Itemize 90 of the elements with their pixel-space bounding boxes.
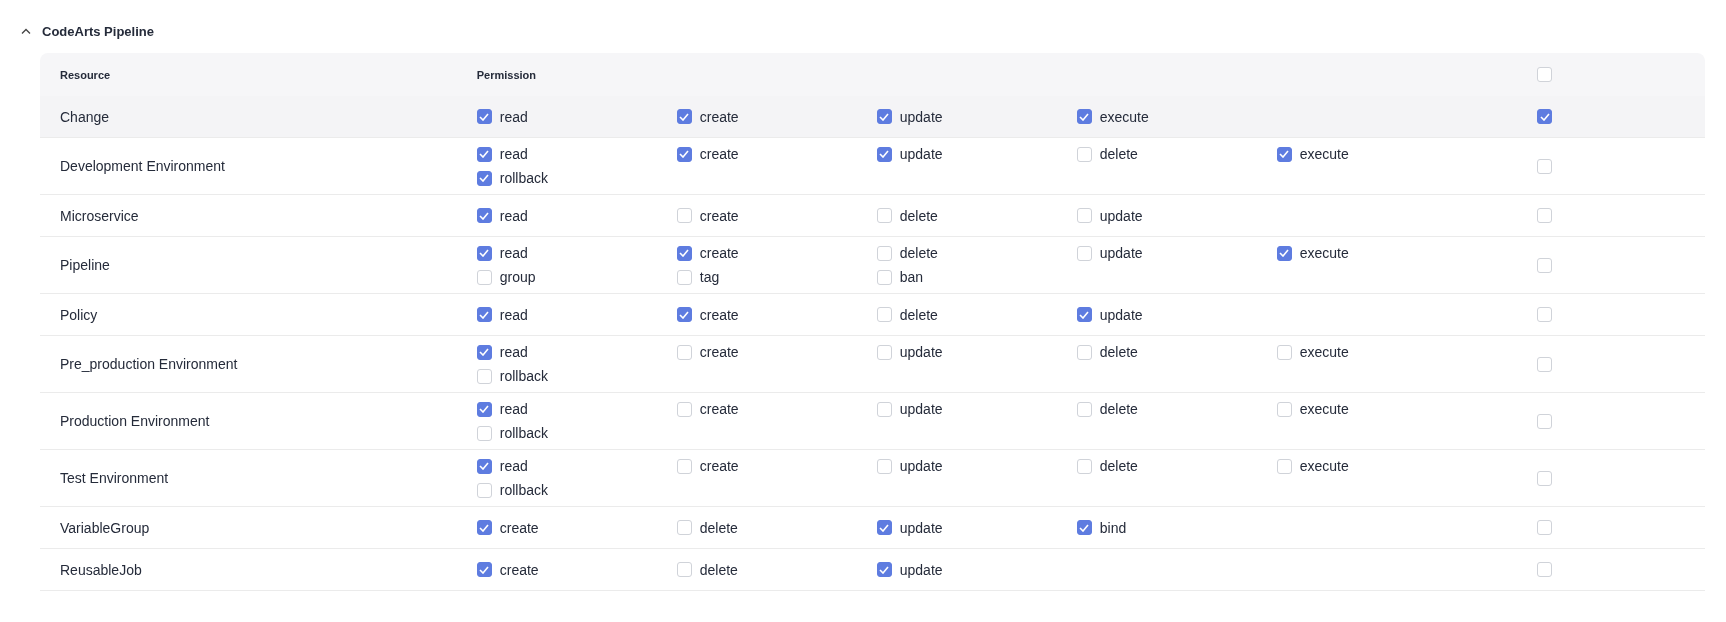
resource-name: ReusableJob <box>59 561 143 578</box>
permission-label: tag <box>699 269 720 285</box>
resource-name: Policy <box>59 306 99 323</box>
checkbox[interactable] <box>476 520 492 535</box>
resource-name: Production Environment <box>59 413 211 429</box>
column-header: Permission <box>476 68 538 81</box>
permission-label: delete <box>1099 401 1138 417</box>
checkbox[interactable] <box>476 344 492 360</box>
permission-label: create <box>699 108 739 125</box>
permission-label: read <box>499 458 528 474</box>
permission-label: delete <box>699 519 738 536</box>
checkbox[interactable] <box>476 307 492 322</box>
permission-label: create <box>699 401 739 417</box>
permission-label: delete <box>1099 458 1138 474</box>
resource-name: Pre_production Environment <box>59 356 239 372</box>
resource-name: Test Environment <box>59 470 170 486</box>
permission-label: update <box>1099 245 1143 261</box>
permission-label: update <box>899 401 943 417</box>
permission-label: delete <box>899 207 938 224</box>
checkbox[interactable] <box>1276 146 1292 162</box>
checkbox[interactable] <box>476 245 492 261</box>
checkbox[interactable] <box>1276 245 1292 261</box>
permission-label: rollback <box>499 170 548 186</box>
permission-label: group <box>499 269 536 285</box>
checkbox[interactable] <box>476 562 492 577</box>
permission-label: read <box>499 306 528 323</box>
permission-label: create <box>499 561 539 578</box>
checkbox[interactable] <box>1076 307 1092 322</box>
permission-label: execute <box>1299 344 1349 360</box>
permission-label: rollback <box>499 482 548 498</box>
permission-label: update <box>899 458 943 474</box>
checkbox[interactable] <box>876 520 892 535</box>
permission-label: update <box>1099 207 1143 224</box>
permission-label: create <box>699 146 739 162</box>
permission-label: read <box>499 207 528 224</box>
checkbox[interactable] <box>876 109 892 124</box>
checkbox[interactable] <box>1537 109 1553 124</box>
permission-label: create <box>699 207 739 224</box>
permission-label: update <box>899 344 943 360</box>
checkbox[interactable] <box>476 401 492 417</box>
permission-label: update <box>899 108 943 125</box>
permission-label: create <box>699 245 739 261</box>
permission-label: ban <box>899 269 924 285</box>
resource-name: Microservice <box>59 207 140 224</box>
permission-label: update <box>899 146 943 162</box>
checkbox[interactable] <box>476 109 492 124</box>
permission-label: execute <box>1299 401 1349 417</box>
permission-label: execute <box>1299 458 1349 474</box>
checkbox[interactable] <box>876 146 892 162</box>
permission-label: create <box>699 344 739 360</box>
permission-label: rollback <box>499 425 548 441</box>
resource-name: Development Environment <box>59 158 226 174</box>
permission-label: update <box>899 561 943 578</box>
permission-label: read <box>499 344 528 360</box>
checkbox[interactable] <box>476 208 492 223</box>
checkbox[interactable] <box>476 170 492 186</box>
permission-label: delete <box>899 245 938 261</box>
permission-label: delete <box>899 306 938 323</box>
resource-name: Pipeline <box>59 257 111 273</box>
chevron-icon[interactable] <box>21 27 31 35</box>
permission-label: update <box>899 519 943 536</box>
permission-label: read <box>499 401 528 417</box>
checkbox[interactable] <box>876 562 892 577</box>
permission-label: execute <box>1299 146 1349 162</box>
checkbox[interactable] <box>476 146 492 162</box>
checkbox[interactable] <box>676 146 692 162</box>
permission-label: create <box>699 306 739 323</box>
permission-label: update <box>1099 306 1143 323</box>
resource-name: VariableGroup <box>59 519 151 536</box>
checkbox[interactable] <box>676 307 692 322</box>
permission-label: read <box>499 108 528 125</box>
checkbox[interactable] <box>476 458 492 474</box>
column-header: Resource <box>59 68 112 81</box>
section-title: CodeArts Pipeline <box>42 23 154 39</box>
permission-label: read <box>499 146 528 162</box>
permission-label: rollback <box>499 368 548 384</box>
permission-label: read <box>499 245 528 261</box>
permission-label: delete <box>1099 146 1138 162</box>
permission-label: delete <box>1099 344 1138 360</box>
permission-label: create <box>499 519 539 536</box>
permission-label: delete <box>699 561 738 578</box>
resource-name: Change <box>59 108 111 125</box>
checkbox[interactable] <box>1076 520 1092 535</box>
permission-label: execute <box>1299 245 1349 261</box>
permission-label: bind <box>1099 519 1127 536</box>
checkbox[interactable] <box>1076 109 1092 124</box>
permission-label: execute <box>1099 108 1149 125</box>
checkbox[interactable] <box>676 245 692 261</box>
permission-label: create <box>699 458 739 474</box>
checkbox[interactable] <box>676 109 692 124</box>
